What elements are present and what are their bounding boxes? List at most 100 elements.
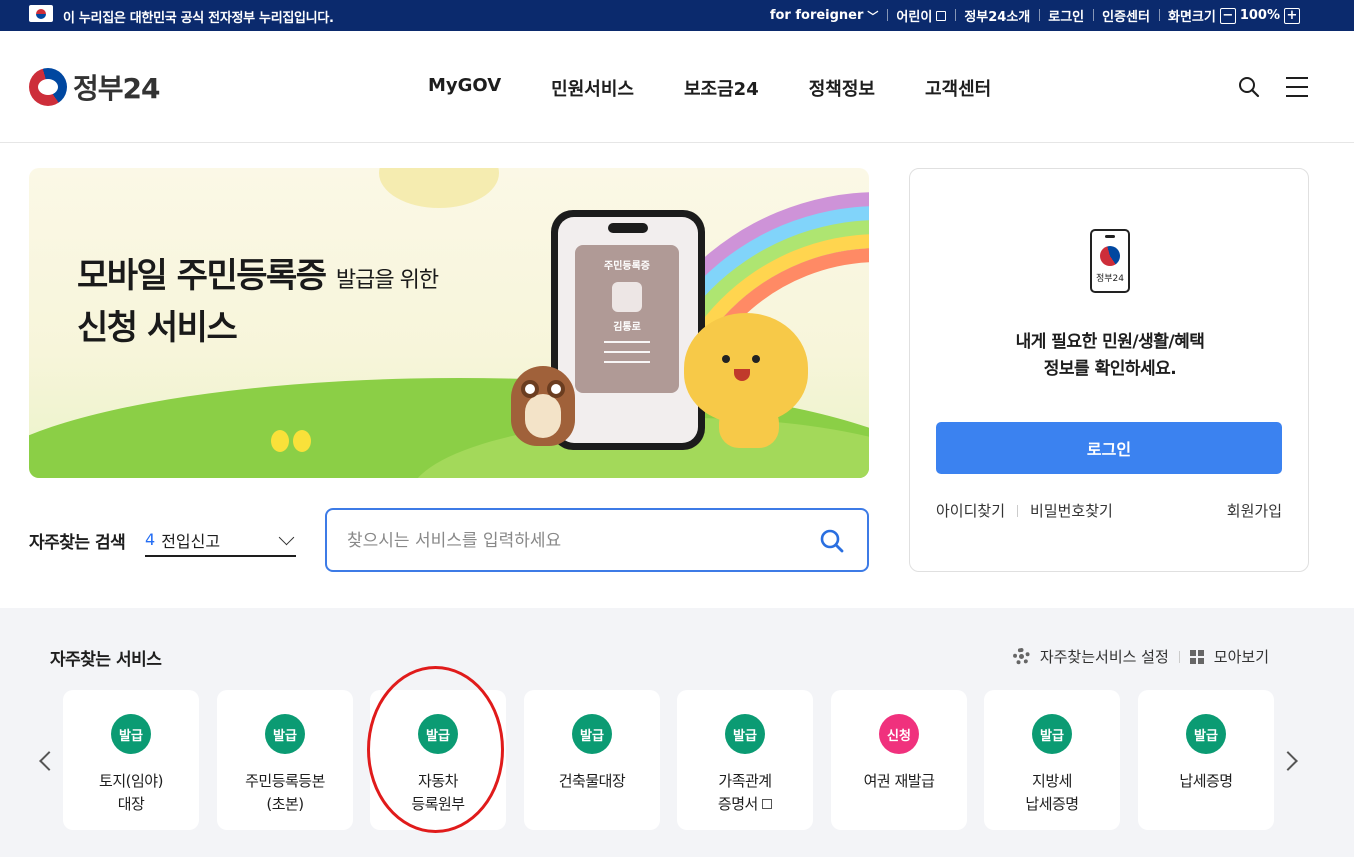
service-settings-link[interactable]: 자주찾는서비스 설정 <box>1040 646 1169 667</box>
issue-badge: 발급 <box>725 714 765 754</box>
login-panel: 정부24 내게 필요한 민원/생활/혜택 정보를 확인하세요. 로그인 아이디찾… <box>909 168 1309 572</box>
service-search-box <box>325 508 869 572</box>
id-card-title: 주민등록증 <box>604 261 650 272</box>
gear-icon <box>1012 648 1030 665</box>
banner-title-small: 발급을 위한 <box>335 268 439 293</box>
korea-flag-icon <box>29 5 53 22</box>
issue-badge: 발급 <box>111 714 151 754</box>
zoom-in-button[interactable]: + <box>1284 7 1300 24</box>
zoom-control: 화면크기 − 100% + <box>1158 6 1309 25</box>
banner-title-bold: 모바일 주민등록증 <box>77 256 327 296</box>
id-card-name: 김통로 <box>613 322 641 333</box>
chick-character <box>293 430 311 452</box>
frequent-services-tools: 자주찾는서비스 설정 모아보기 <box>1012 646 1269 667</box>
nav-policy-info[interactable]: 정책정보 <box>809 75 875 101</box>
kids-label: 어린이 <box>896 10 933 25</box>
search-icon[interactable] <box>819 528 845 554</box>
service-label: 토지(임야) <box>99 772 163 790</box>
carousel-next-icon[interactable] <box>1278 751 1298 771</box>
device-label: 정부24 <box>1095 274 1124 284</box>
login-message-line1: 내게 필요한 민원/생활/혜택 <box>1015 332 1205 352</box>
service-card-land-register[interactable]: 발급 토지(임야) 대장 <box>63 690 199 830</box>
foreigner-label: for foreigner <box>769 8 864 23</box>
owl-character <box>511 366 575 446</box>
grid-icon <box>1189 649 1204 664</box>
chevron-down-icon <box>278 529 295 546</box>
hamburger-menu-icon[interactable] <box>1286 77 1308 97</box>
login-message: 내게 필요한 민원/생활/혜택 정보를 확인하세요. <box>910 329 1310 383</box>
kids-link[interactable]: 어린이 <box>887 6 955 25</box>
external-link-icon <box>762 799 773 809</box>
foreigner-link[interactable]: for foreigner ﹀ <box>761 8 888 24</box>
service-label: 건축물대장 <box>558 772 626 790</box>
id-card-illustration: 주민등록증 김통로 <box>575 245 679 393</box>
service-card-tax-certificate[interactable]: 발급 납세증명 <box>1138 690 1274 830</box>
service-label: 대장 <box>117 795 145 813</box>
external-link-icon <box>936 10 947 21</box>
mobile-device-icon: 정부24 <box>1090 229 1130 293</box>
frequent-services-title: 자주찾는 서비스 <box>50 650 162 670</box>
service-search-input[interactable] <box>347 528 807 554</box>
nav-mygov[interactable]: MyGOV <box>428 75 501 101</box>
top-utility-bar: 이 누리집은 대한민국 공식 전자정부 누리집입니다. for foreigne… <box>0 0 1354 31</box>
site-header: 정부24 MyGOV 민원서비스 보조금24 정책정보 고객센터 <box>0 31 1354 143</box>
cat-character <box>684 313 808 423</box>
service-label: 납세증명 <box>1179 772 1233 790</box>
frequent-search-value: 전입신고 <box>161 531 221 551</box>
zoom-out-button[interactable]: − <box>1219 7 1236 24</box>
carousel-prev-icon[interactable] <box>39 751 59 771</box>
utility-links: for foreigner ﹀ 어린이 정부24소개 로그인 인증센터 화면크기… <box>761 6 1309 25</box>
frequent-search-select[interactable]: 4 전입신고 <box>145 524 296 557</box>
banner-title: 모바일 주민등록증 발급을 위한 <box>77 248 439 297</box>
zoom-label: 화면크기 <box>1167 10 1216 25</box>
frequent-services-section: 자주찾는 서비스 자주찾는서비스 설정 모아보기 발급 토지(임야) 대장 발급 … <box>0 608 1354 857</box>
search-icon[interactable] <box>1238 76 1260 98</box>
cert-center-link[interactable]: 인증센터 <box>1093 6 1159 25</box>
nav-customer-center[interactable]: 고객센터 <box>925 75 991 101</box>
service-label: 지방세 <box>1032 772 1072 790</box>
service-label: 가족관계 <box>718 772 772 790</box>
highlight-circle-annotation <box>367 666 504 833</box>
profile-icon <box>612 282 642 312</box>
top-login-link[interactable]: 로그인 <box>1039 6 1093 25</box>
zoom-value: 100% <box>1239 8 1280 23</box>
logo-text: 정부24 <box>73 72 160 105</box>
service-label: 납세증명 <box>1025 795 1079 813</box>
cloud-decoration <box>379 168 499 208</box>
promo-banner[interactable]: 모바일 주민등록증 발급을 위한 신청 서비스 주민등록증 김통로 <box>29 168 869 478</box>
cert-center-label: 인증센터 <box>1102 10 1150 25</box>
find-password-link[interactable]: 비밀번호찾기 <box>1030 500 1113 521</box>
view-all-link[interactable]: 모아보기 <box>1214 646 1269 667</box>
frequent-search-index: 4 <box>145 530 156 549</box>
login-button[interactable]: 로그인 <box>936 422 1282 474</box>
official-site-notice: 이 누리집은 대한민국 공식 전자정부 누리집입니다. <box>63 11 334 26</box>
service-card-building-register[interactable]: 발급 건축물대장 <box>524 690 660 830</box>
frequent-search-label: 자주찾는 검색 <box>29 533 126 553</box>
service-card-resident-register[interactable]: 발급 주민등록등본 (초본) <box>217 690 353 830</box>
chevron-down-icon: ﹀ <box>867 9 879 23</box>
issue-badge: 발급 <box>572 714 612 754</box>
nav-subsidy24[interactable]: 보조금24 <box>684 75 759 101</box>
login-message-line2: 정보를 확인하세요. <box>1043 359 1177 379</box>
find-account-links: 아이디찾기 비밀번호찾기 <box>936 500 1113 521</box>
apply-badge: 신청 <box>879 714 919 754</box>
nav-civil-service[interactable]: 민원서비스 <box>551 75 634 101</box>
service-card-local-tax-certificate[interactable]: 발급 지방세납세증명 <box>984 690 1120 830</box>
issue-badge: 발급 <box>1186 714 1226 754</box>
sign-up-link[interactable]: 회원가입 <box>1227 500 1282 521</box>
about-label: 정부24소개 <box>964 10 1031 25</box>
service-label: (초본) <box>266 795 304 813</box>
banner-title-line2: 신청 서비스 <box>77 308 238 348</box>
chick-character <box>271 430 289 452</box>
service-label: 증명서 <box>717 795 758 813</box>
service-label: 주민등록등본 <box>245 772 325 790</box>
about-link[interactable]: 정부24소개 <box>955 6 1039 25</box>
service-card-passport-reissue[interactable]: 신청 여권 재발급 <box>831 690 967 830</box>
find-id-link[interactable]: 아이디찾기 <box>936 500 1005 521</box>
main-nav: MyGOV 민원서비스 보조금24 정책정보 고객센터 <box>428 75 991 101</box>
service-label: 여권 재발급 <box>863 772 935 790</box>
issue-badge: 발급 <box>1032 714 1072 754</box>
taegeuk-logo-icon <box>29 68 67 106</box>
gov24-logo[interactable]: 정부24 <box>29 67 160 107</box>
service-card-family-certificate[interactable]: 발급 가족관계 증명서 <box>677 690 813 830</box>
